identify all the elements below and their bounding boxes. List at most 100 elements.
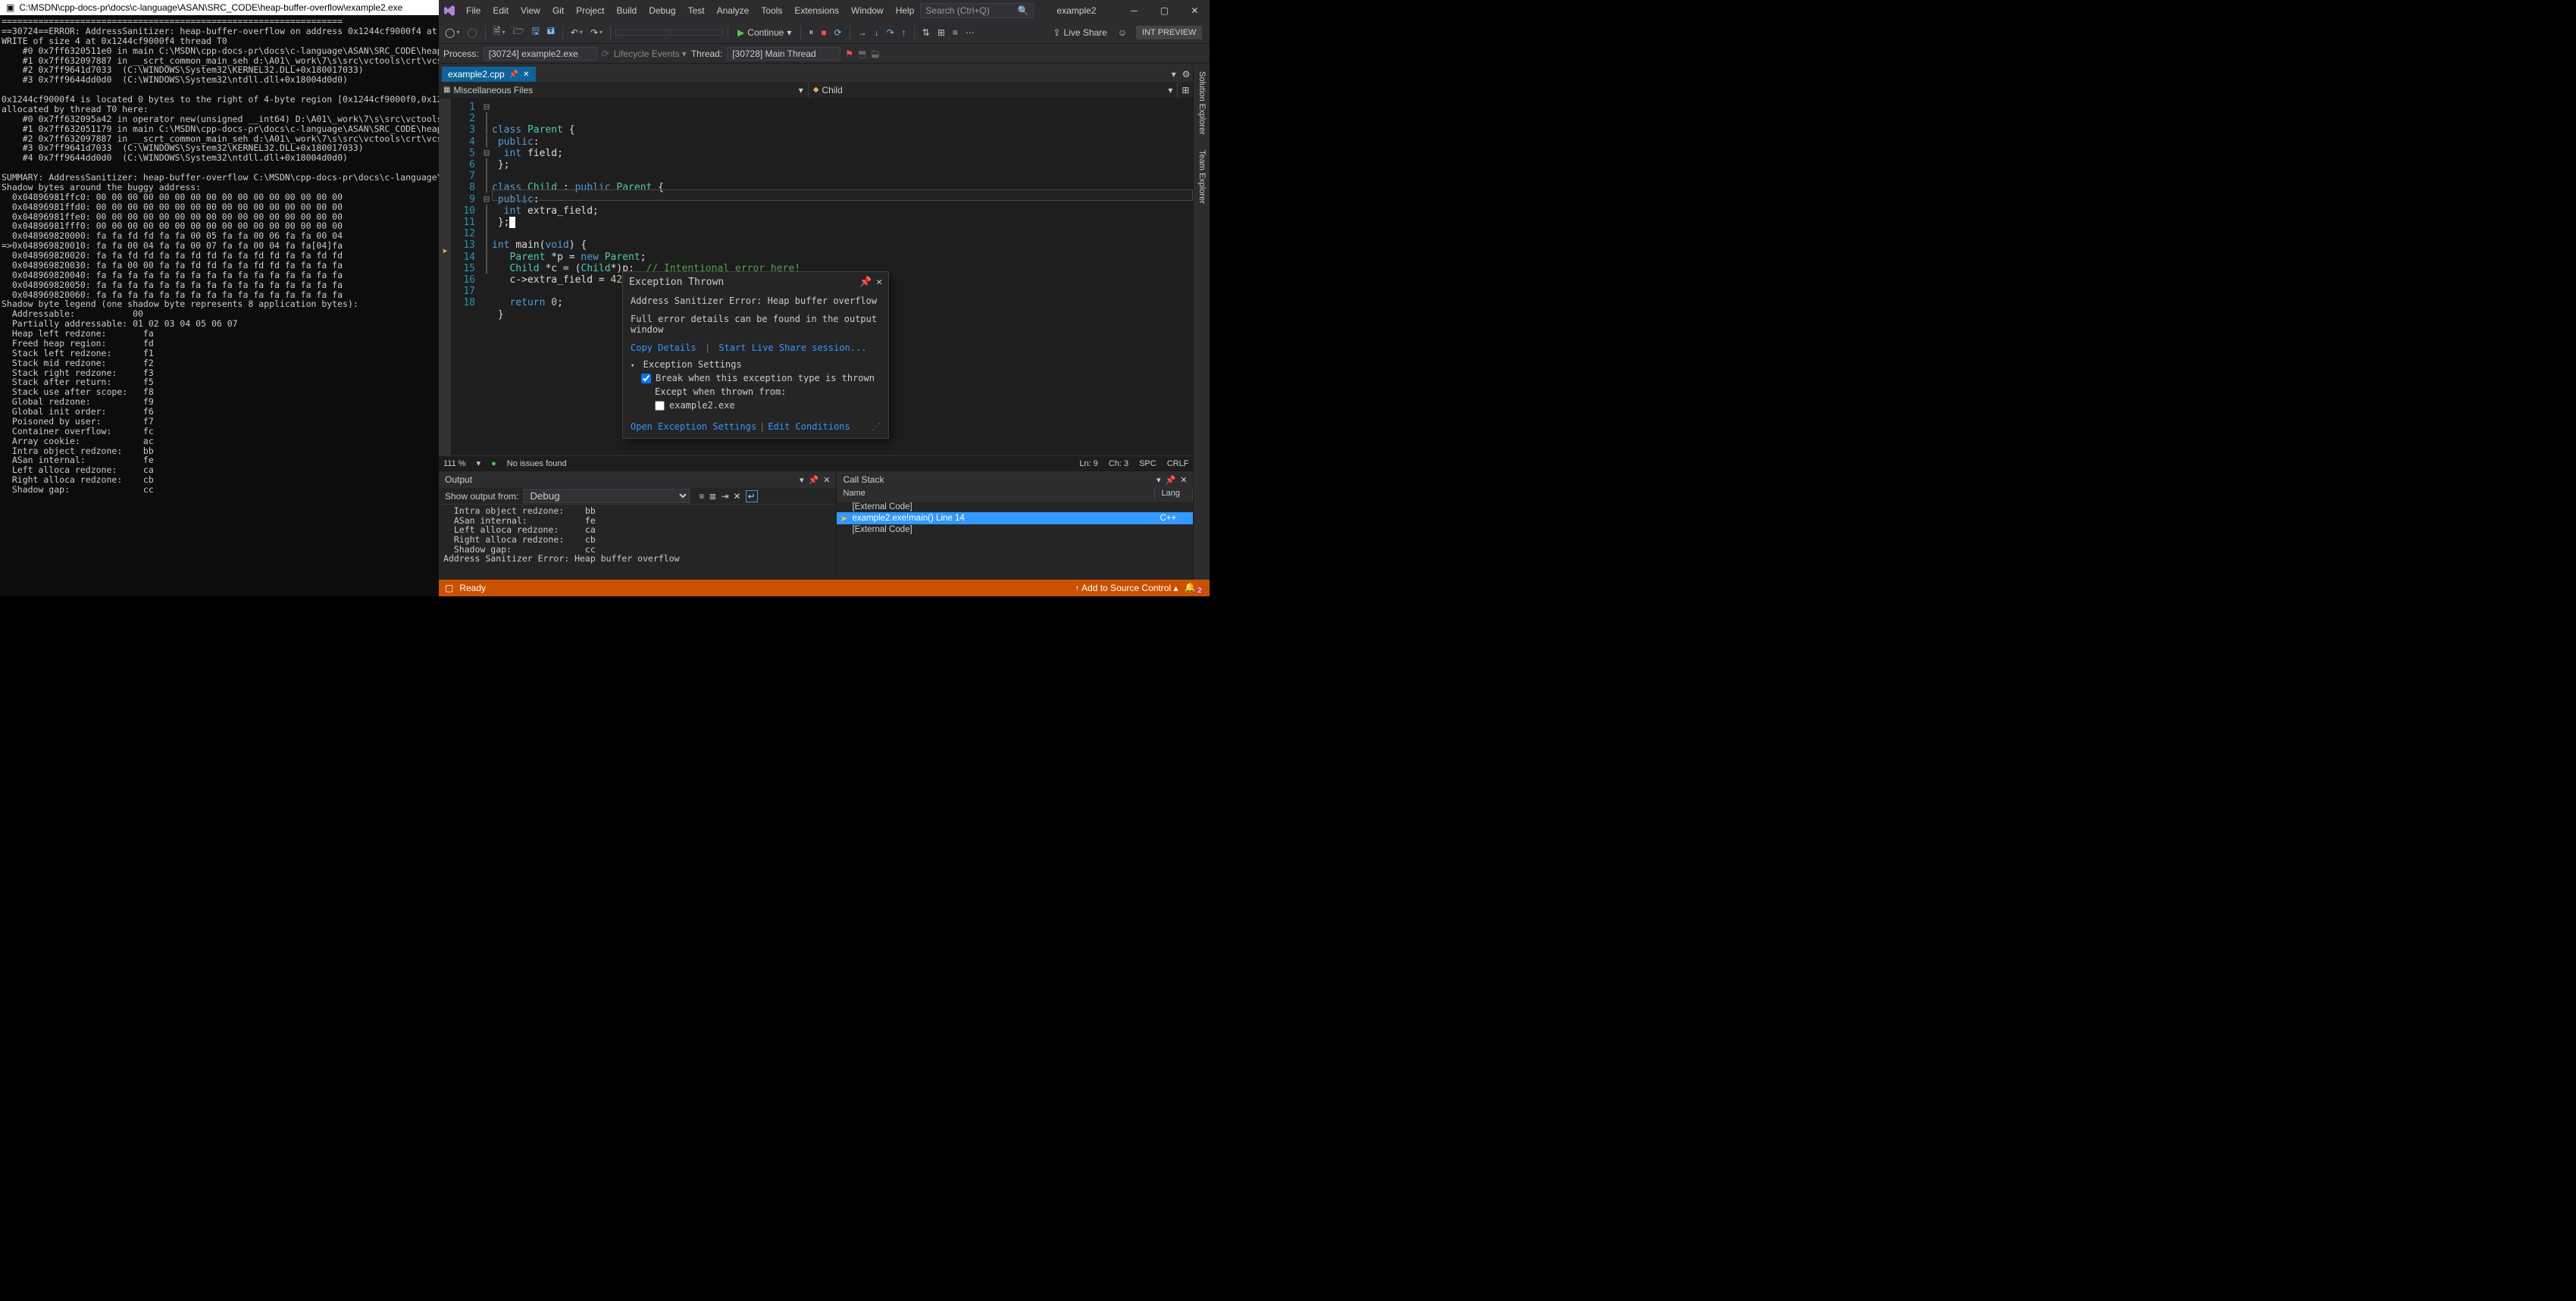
start-liveshare-link[interactable]: Start Live Share session... [718, 342, 866, 353]
platform-dropdown[interactable] [670, 30, 723, 36]
solution-explorer-tab[interactable]: Solution Explorer [1196, 67, 1208, 139]
callstack-row[interactable]: [External Code] [837, 524, 1193, 535]
document-tab-example2[interactable]: example2.cpp 📌 ✕ [442, 67, 536, 82]
menu-project[interactable]: Project [570, 2, 610, 19]
team-explorer-tab[interactable]: Team Explorer [1196, 145, 1208, 208]
debug-extra1[interactable]: ⬒ [858, 48, 866, 59]
exception-settings-toggle[interactable]: ▾ Exception Settings [631, 359, 881, 370]
menu-file[interactable]: File [460, 2, 487, 19]
step-out-button[interactable]: ↑ [899, 25, 909, 40]
menu-test[interactable]: Test [682, 2, 711, 19]
resize-grip-icon[interactable]: ⋰ [872, 421, 881, 432]
continue-label: Continue [747, 27, 784, 38]
window-menu-icon[interactable]: ▾ [800, 475, 804, 485]
menu-help[interactable]: Help [890, 2, 921, 19]
step-into-button[interactable]: ↓ [872, 25, 882, 40]
col-lang[interactable]: Lang [1155, 488, 1193, 501]
search-box[interactable]: Search (Ctrl+Q) 🔍 [920, 3, 1034, 18]
navbar-scope[interactable]: ◆ Child ▾ [809, 82, 1178, 98]
pin-icon[interactable]: 📌 [509, 70, 518, 79]
toolbar-extra2[interactable]: ⊞ [934, 25, 948, 40]
break-when-thrown-checkbox[interactable] [641, 374, 651, 383]
menu-analyze[interactable]: Analyze [711, 2, 756, 19]
config-dropdown[interactable] [615, 30, 668, 36]
stack-frame-icon[interactable]: ⚑ [845, 48, 853, 59]
copy-details-link[interactable]: Copy Details [631, 342, 696, 353]
menu-edit[interactable]: Edit [487, 2, 515, 19]
lifecycle-dropdown[interactable]: Lifecycle Events ▾ [614, 48, 687, 59]
output-tool3[interactable]: ⇥ [721, 491, 728, 502]
close-icon[interactable]: ✕ [876, 277, 882, 288]
output-source-dropdown[interactable]: Debug [523, 489, 690, 503]
zoom-level[interactable]: 111 % [443, 459, 466, 468]
open-exception-settings-link[interactable]: Open Exception Settings [631, 421, 756, 432]
class-icon: ◆ [813, 86, 819, 94]
break-all-button[interactable]: ⏸ [806, 24, 816, 40]
menu-window[interactable]: Window [845, 2, 890, 19]
output-wordwrap-button[interactable]: ↵ [746, 490, 758, 502]
callstack-row[interactable]: ➤ example2.exe!main() Line 14 C++ [837, 512, 1193, 524]
toolbar-extra3[interactable]: ≡ [950, 25, 961, 40]
live-share-button[interactable]: ⇪ Live Share [1047, 26, 1113, 39]
output-tool4[interactable]: ✕ [734, 491, 741, 502]
menu-git[interactable]: Git [546, 2, 570, 19]
menu-build[interactable]: Build [611, 2, 643, 19]
close-button[interactable]: ✕ [1179, 0, 1210, 21]
maximize-button[interactable]: ▢ [1149, 0, 1179, 21]
nav-forward-button[interactable]: ◯ [464, 25, 480, 40]
close-tab-icon[interactable]: ✕ [523, 70, 529, 79]
output-text[interactable]: Intra object redzone: bb ASan internal: … [439, 505, 836, 580]
feedback-button[interactable]: ☺ [1115, 25, 1130, 40]
menu-extensions[interactable]: Extensions [788, 2, 845, 19]
close-icon[interactable]: ✕ [1180, 475, 1187, 485]
edit-conditions-link[interactable]: Edit Conditions [768, 421, 850, 432]
menu-debug[interactable]: Debug [643, 2, 681, 19]
restart-button[interactable]: ⟳ [831, 25, 845, 40]
tab-overflow-button[interactable]: ▾ [1169, 67, 1179, 82]
eol-indicator[interactable]: CRLF [1167, 459, 1189, 468]
nav-back-button[interactable]: ◯▾ [442, 25, 462, 40]
char-indicator[interactable]: Ch: 3 [1109, 459, 1128, 468]
notifications-icon[interactable]: 🔔2 [1184, 582, 1203, 594]
undo-button[interactable]: ↶▾ [568, 25, 586, 40]
minimize-button[interactable]: ─ [1119, 0, 1149, 21]
redo-button[interactable]: ↷▾ [587, 25, 606, 40]
close-icon[interactable]: ✕ [823, 475, 830, 485]
stop-button[interactable]: ■ [818, 25, 829, 40]
zoom-dropdown-icon[interactable]: ▾ [477, 458, 481, 468]
pin-icon[interactable]: 📌 [859, 277, 872, 288]
callstack-row[interactable]: [External Code] [837, 502, 1193, 512]
pin-icon[interactable]: 📌 [809, 475, 819, 485]
toolbar-extra1[interactable]: ⇅ [919, 25, 933, 40]
fold-column[interactable]: ⊟│││ ⊟│││ ⊟││││││ [481, 99, 492, 455]
output-tool2[interactable]: ≣ [709, 491, 716, 502]
pin-icon[interactable]: 📌 [1166, 475, 1176, 485]
output-tool1[interactable]: ≡ [699, 491, 704, 502]
thread-dropdown[interactable]: [30728] Main Thread [727, 47, 840, 61]
line-indicator[interactable]: Ln: 9 [1079, 459, 1097, 468]
debug-extra2[interactable]: ⬓ [871, 48, 879, 59]
save-button[interactable]: 🖫 [528, 22, 542, 42]
open-button[interactable]: 🗁 [510, 22, 527, 42]
window-menu-icon[interactable]: ▾ [1157, 475, 1161, 485]
issues-label[interactable]: No issues found [507, 459, 567, 468]
tab-settings-button[interactable]: ⚙ [1179, 67, 1194, 82]
add-source-control-button[interactable]: ↑ Add to Source Control ▴ [1075, 583, 1178, 593]
process-dropdown[interactable]: [30724] example2.exe [484, 47, 597, 61]
indent-indicator[interactable]: SPC [1139, 459, 1157, 468]
save-all-button[interactable]: 🖬 [544, 22, 558, 42]
toolbar-extra4[interactable]: ⋯ [962, 25, 978, 40]
show-next-statement-button[interactable]: → [855, 25, 870, 40]
code-editor[interactable]: ➤ 123 456 789 101112 131415 161718 ⊟│││ … [439, 99, 1193, 455]
except-module-checkbox[interactable] [655, 401, 665, 411]
liveshare-label: Live Share [1063, 27, 1106, 38]
menu-tools[interactable]: Tools [755, 2, 788, 19]
col-name[interactable]: Name [837, 488, 1155, 501]
navbar-project[interactable]: ▦ Miscellaneous Files ▾ [439, 82, 809, 98]
menu-view[interactable]: View [515, 2, 546, 19]
new-item-button[interactable]: 🗎▾ [490, 22, 509, 42]
split-editor-button[interactable]: ⊞ [1178, 82, 1193, 98]
step-over-button[interactable]: ↷ [884, 25, 897, 40]
console-output[interactable]: ========================================… [0, 15, 439, 596]
continue-button[interactable]: ▶ Continue ▾ [733, 26, 796, 39]
